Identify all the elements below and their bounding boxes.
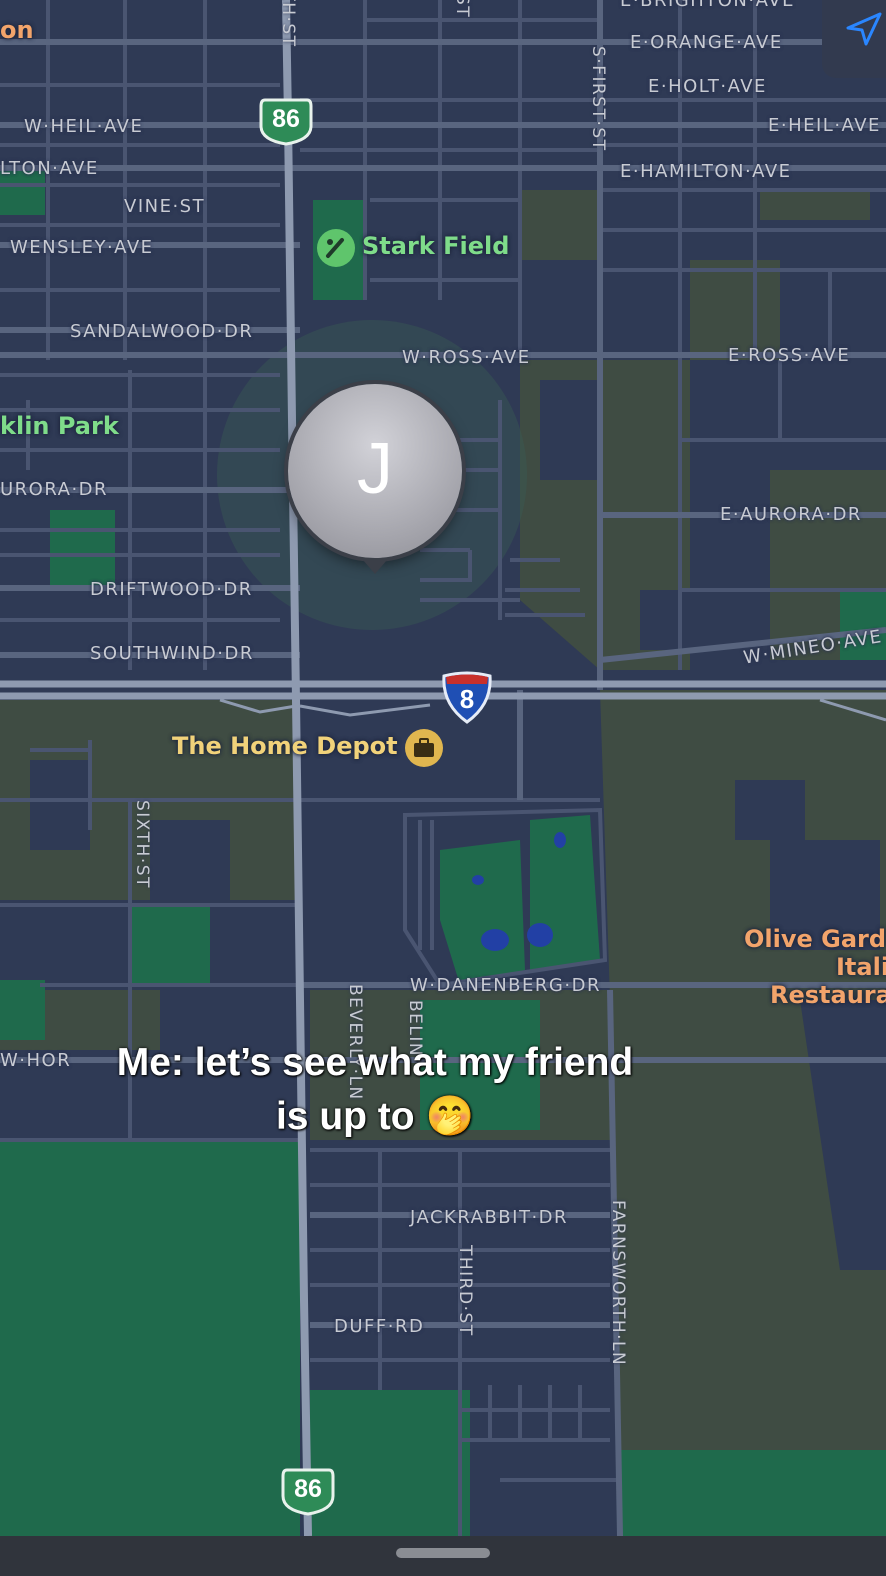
olive-garden-poi[interactable]: Olive Gard Itali Restaura [740, 925, 886, 1015]
route-86-number: 86 [294, 1475, 322, 1503]
briefcase-icon [405, 729, 443, 767]
street-label: E·BRIGHTON·AVE [620, 0, 795, 11]
route-86-number: 86 [272, 105, 300, 133]
baseball-icon [317, 229, 355, 267]
friend-avatar-pin[interactable]: J [288, 384, 462, 558]
park-label[interactable]: klin Park [0, 412, 119, 440]
interstate-8-number: 8 [459, 684, 475, 714]
avatar-pin-tail [363, 560, 387, 574]
street-label: SIXTH·ST [132, 800, 152, 889]
home-depot-label: The Home Depot [172, 732, 398, 760]
street-label: E·HAMILTON·AVE [620, 161, 792, 182]
street-label: LTON·AVE [0, 158, 99, 179]
olive-garden-label-3: Restaura [770, 981, 886, 1009]
street-label: S·FIRST·ST [588, 46, 608, 152]
location-arrow-icon [846, 12, 882, 46]
street-label: W·ROSS·AVE [402, 347, 531, 368]
olive-garden-label-2: Itali [836, 953, 886, 981]
street-label: DUFF·RD [334, 1316, 425, 1337]
street-label: E·ORANGE·AVE [630, 32, 783, 53]
caption-line-2: is up to 🤭 [275, 1095, 475, 1138]
street-label: W·HEIL·AVE [24, 116, 144, 137]
street-label: WENSLEY·AVE [10, 237, 154, 258]
street-label: JACKRABBIT·DR [410, 1207, 569, 1228]
street-label: FARNSWORTH·LN [608, 1200, 628, 1367]
street-label: W·DANENBERG·DR [410, 975, 601, 996]
street-label: URORA·DR [0, 479, 109, 500]
street-label: ST [452, 0, 472, 19]
street-label: E·HOLT·AVE [648, 76, 767, 97]
home-indicator[interactable] [396, 1548, 490, 1558]
avatar-initial: J [357, 429, 393, 509]
street-label: SOUTHWIND·DR [90, 643, 254, 664]
street-label: DRIFTWOOD·DR [90, 579, 253, 600]
street-label: THIRD·ST [455, 1245, 475, 1337]
street-label: E·HEIL·AVE [768, 115, 881, 136]
route-86-shield: 86 [281, 1466, 335, 1516]
place-label-partial[interactable]: on [0, 16, 34, 44]
location-button[interactable] [822, 0, 886, 78]
street-label: 4TH·ST [278, 0, 298, 48]
street-label: E·ROSS·AVE [728, 345, 851, 366]
video-caption: Me: let’s see what my friend is up to 🤭 [0, 1036, 750, 1144]
olive-garden-label-1: Olive Gard [744, 925, 886, 953]
stark-field-label: Stark Field [362, 232, 510, 260]
street-label: VINE·ST [124, 196, 206, 217]
caption-line-1: Me: let’s see what my friend [116, 1041, 634, 1084]
interstate-8-shield: 8 [440, 670, 494, 724]
street-label: E·AURORA·DR [720, 504, 862, 525]
street-label: SANDALWOOD·DR [70, 321, 254, 342]
route-86-shield: 86 [259, 96, 313, 146]
